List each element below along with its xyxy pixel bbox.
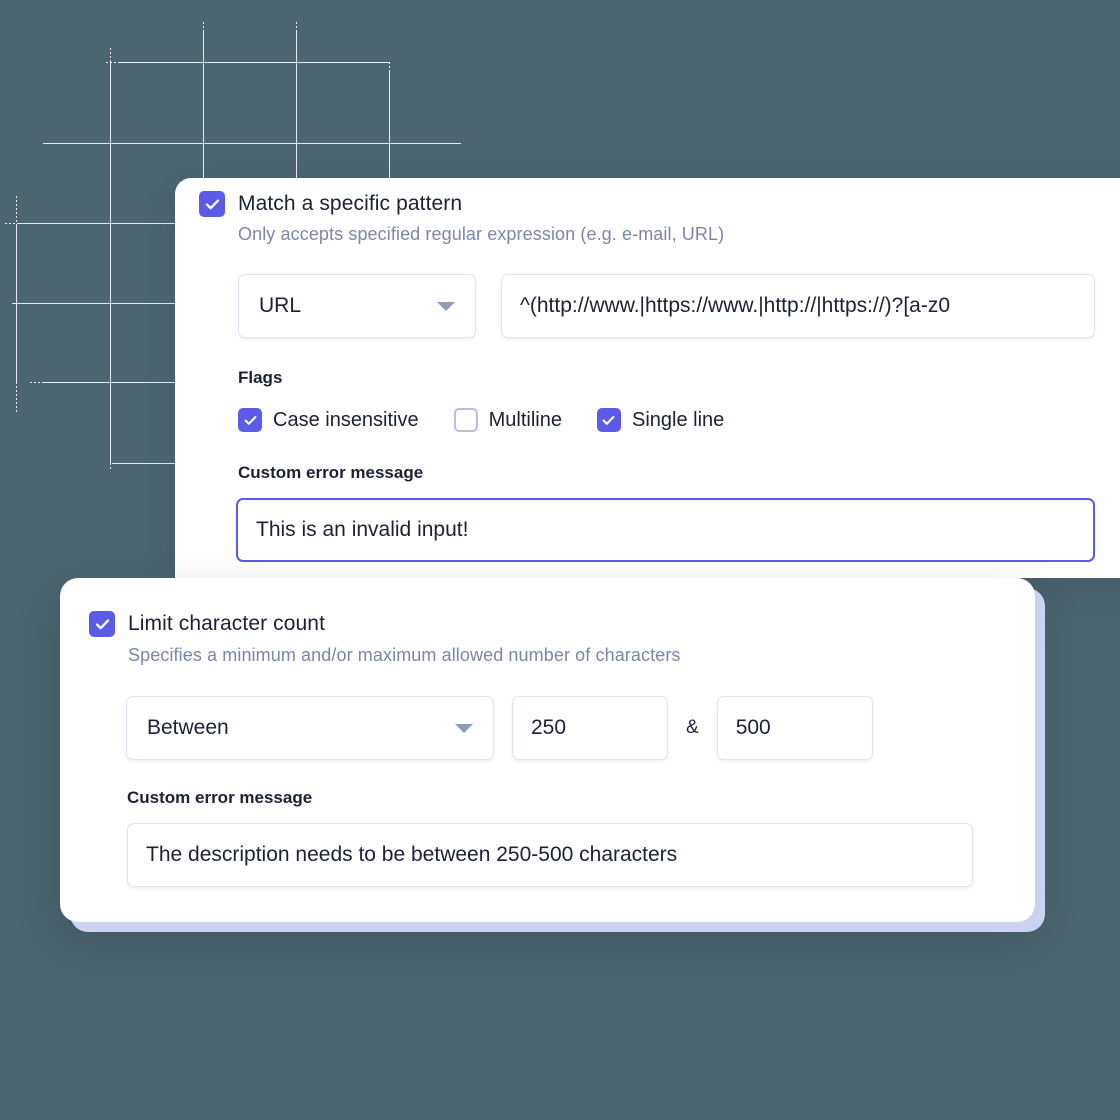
regex-pattern-value: ^(http://www.|https://www.|http://|https…: [520, 294, 951, 317]
pattern-error-input[interactable]: This is an invalid input!: [236, 498, 1095, 562]
grid-line-h-3-dash: [5, 223, 17, 224]
screenshot-stage: Match a specific pattern Only accepts sp…: [0, 0, 1120, 1120]
grid-line-v-1: [16, 226, 17, 382]
grid-line-h-1-dash: [106, 62, 122, 63]
grid-line-v-3: [203, 30, 204, 180]
flag-single-line-checkbox[interactable]: [596, 408, 621, 432]
limit-error-input[interactable]: The description needs to be between 250-…: [127, 823, 973, 887]
grid-line-v-2-dash-top: [110, 48, 111, 63]
grid-line-h-5: [44, 382, 175, 383]
limit-mode-value: Between: [147, 716, 229, 739]
limit-max-input[interactable]: 500: [716, 696, 873, 760]
grid-line-h-2: [43, 143, 461, 144]
flag-case-insensitive-checkbox[interactable]: [238, 408, 262, 432]
flag-multiline-checkbox[interactable]: [453, 408, 478, 432]
grid-line-v-4-dash: [296, 22, 297, 32]
limit-error-value: The description needs to be between 250-…: [146, 843, 678, 866]
grid-line-v-4: [296, 30, 297, 180]
limit-count-checkbox[interactable]: [89, 611, 115, 637]
pattern-type-select[interactable]: URL: [238, 274, 476, 338]
pattern-error-value: This is an invalid input!: [256, 518, 469, 541]
regex-pattern-input[interactable]: ^(http://www.|https://www.|http://|https…: [501, 274, 1095, 338]
grid-line-h-3: [17, 223, 175, 224]
limit-max-value: 500: [735, 716, 771, 739]
limit-error-label: Custom error message: [127, 788, 313, 807]
limit-count-subtitle: Specifies a minimum and/or maximum allow…: [128, 645, 681, 665]
grid-line-v-2-dash-bottom: [110, 443, 111, 471]
limit-range-row: Between 250 & 500: [126, 696, 873, 760]
flags-label: Flags: [238, 368, 283, 387]
range-separator: &: [686, 717, 699, 738]
flags-row: Case insensitive Multiline Single line: [238, 408, 724, 432]
limit-count-label: Limit character count: [128, 612, 326, 635]
grid-line-h-4: [12, 303, 175, 304]
flag-multiline-label: Multiline: [488, 408, 562, 431]
match-pattern-checkbox-row[interactable]: Match a specific pattern: [199, 191, 462, 217]
limit-min-value: 250: [531, 716, 567, 739]
match-pattern-subtitle: Only accepts specified regular expressio…: [238, 224, 725, 244]
pattern-error-label: Custom error message: [238, 463, 424, 482]
flag-case-insensitive[interactable]: Case insensitive: [238, 408, 419, 432]
limit-mode-select[interactable]: Between: [126, 696, 494, 760]
chevron-down-icon: [455, 723, 473, 733]
limit-count-checkbox-row[interactable]: Limit character count: [89, 611, 325, 637]
match-pattern-label: Match a specific pattern: [238, 192, 463, 215]
flag-case-insensitive-label: Case insensitive: [273, 408, 419, 431]
grid-line-v-2: [110, 63, 111, 463]
grid-line-v-1-dash-bottom: [16, 382, 17, 412]
grid-line-v-3-dash: [203, 22, 204, 32]
match-pattern-card: Match a specific pattern Only accepts sp…: [175, 178, 1120, 578]
grid-line-h-1: [120, 62, 390, 63]
grid-line-v-5-dash: [389, 62, 390, 74]
flag-single-line-label: Single line: [631, 408, 725, 431]
grid-line-h-5-dash: [30, 382, 44, 383]
flag-multiline[interactable]: Multiline: [453, 408, 562, 432]
limit-min-input[interactable]: 250: [512, 696, 668, 760]
grid-line-h-6: [112, 463, 175, 464]
chevron-down-icon: [437, 301, 455, 311]
flag-single-line[interactable]: Single line: [596, 408, 725, 432]
match-pattern-checkbox[interactable]: [199, 191, 225, 217]
limit-character-count-card: Limit character count Specifies a minimu…: [60, 578, 1035, 922]
grid-line-v-5: [389, 72, 390, 180]
grid-line-v-1-dash-top: [16, 196, 17, 226]
pattern-type-value: URL: [259, 294, 302, 317]
